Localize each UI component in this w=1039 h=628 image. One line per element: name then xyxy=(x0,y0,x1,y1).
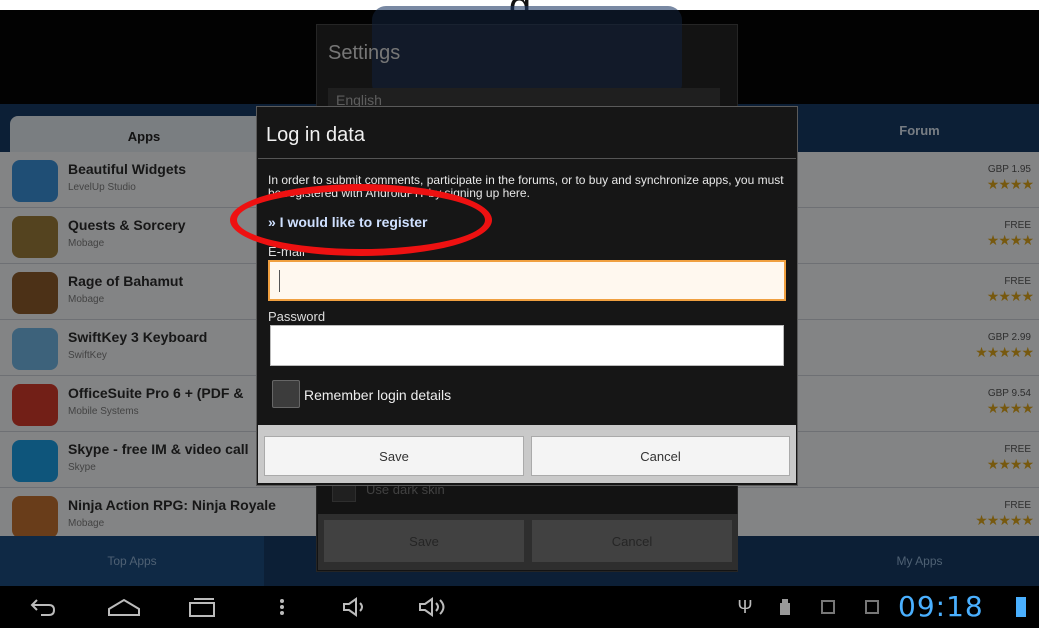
cancel-button[interactable]: Cancel xyxy=(531,436,790,476)
recent-apps-icon[interactable] xyxy=(184,594,220,620)
volume-down-icon[interactable] xyxy=(340,594,370,620)
email-field[interactable] xyxy=(268,260,786,301)
volume-up-icon[interactable] xyxy=(416,594,452,620)
password-label: Password xyxy=(268,309,326,324)
password-field[interactable] xyxy=(270,325,784,366)
login-dialog-title: Log in data xyxy=(266,124,365,146)
usb-icon: Ψ xyxy=(737,597,753,617)
battery-icon xyxy=(1016,597,1026,617)
system-nav-bar xyxy=(0,586,1039,628)
debug-icon xyxy=(774,594,796,620)
remember-label: Remember login details xyxy=(304,387,452,403)
divider xyxy=(258,158,796,159)
text-caret xyxy=(279,270,280,292)
back-icon[interactable] xyxy=(28,594,58,620)
clock: 09:18 xyxy=(898,590,984,623)
annotation-ellipse xyxy=(230,184,492,256)
notification-icon-2 xyxy=(862,594,882,620)
remember-checkbox[interactable] xyxy=(272,380,300,408)
screen: g Apps Forum Beautiful Widgets LevelUp S… xyxy=(0,0,1039,628)
menu-icon[interactable] xyxy=(272,594,292,620)
notification-icon xyxy=(818,594,838,620)
home-icon[interactable] xyxy=(104,594,144,620)
save-button[interactable]: Save xyxy=(264,436,524,476)
